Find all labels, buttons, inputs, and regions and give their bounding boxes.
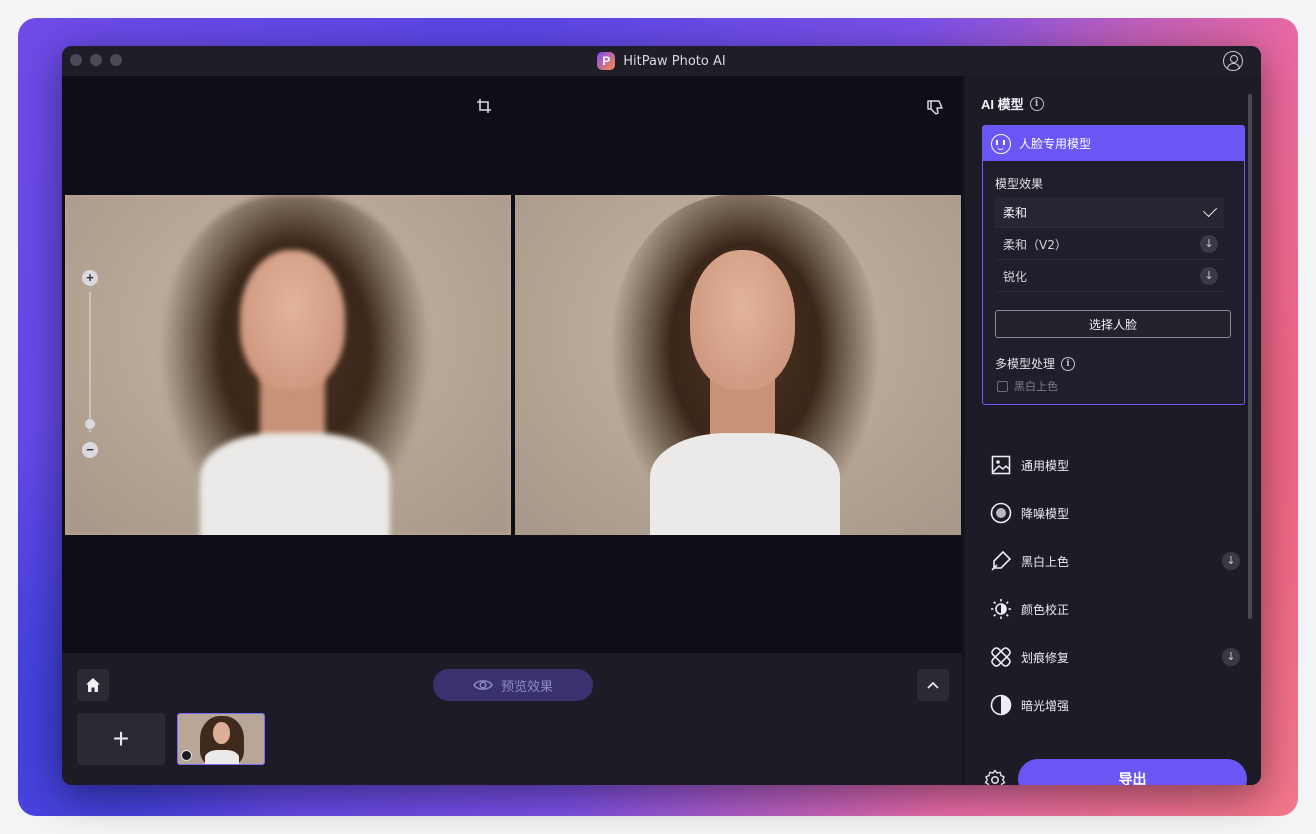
effect-option-label: 锐化 <box>1003 269 1028 284</box>
checkbox-box[interactable] <box>997 380 1008 392</box>
close-window-button[interactable] <box>70 54 82 66</box>
account-icon[interactable] <box>1223 51 1243 71</box>
download-icon[interactable]: ↓ <box>1200 235 1218 253</box>
gear-icon[interactable] <box>983 768 1007 785</box>
home-icon <box>86 678 100 692</box>
info-icon[interactable]: i <box>1029 96 1044 111</box>
original-image <box>65 195 511 535</box>
multi-model-label: 多模型处理 i <box>995 355 1076 372</box>
minimize-window-button[interactable] <box>90 54 102 66</box>
panel-title-text: AI 模型 <box>981 97 1024 112</box>
hitpaw-logo-icon: P <box>597 52 616 70</box>
preview-effect-button[interactable]: 预览效果 <box>433 669 593 701</box>
app-window: P HitPaw Photo AI + − 预览效果 + AI 模型 i 人脸专… <box>62 46 1261 785</box>
model-denoise[interactable]: 降噪模型 <box>990 498 1240 528</box>
model-label: 划痕修复 <box>1021 650 1070 665</box>
bandage-icon <box>991 647 1011 667</box>
collapse-button[interactable] <box>917 669 949 701</box>
download-icon[interactable]: ↓ <box>1200 267 1218 285</box>
chevron-up-icon <box>927 681 939 689</box>
image-icon <box>991 455 1011 475</box>
download-icon[interactable]: ↓ <box>1222 552 1240 570</box>
add-image-button[interactable]: + <box>77 713 165 765</box>
download-icon[interactable]: ↓ <box>1222 648 1240 666</box>
zoom-slider-track[interactable] <box>89 292 91 432</box>
image-canvas: + − <box>62 76 962 653</box>
select-face-button[interactable]: 选择人脸 <box>995 310 1231 338</box>
crop-icon[interactable] <box>476 98 492 114</box>
bw-colorize-label: 黑白上色 <box>1014 380 1058 393</box>
face-model-badge-icon <box>181 750 192 761</box>
maximize-window-button[interactable] <box>110 54 122 66</box>
title-bar: P HitPaw Photo AI <box>62 46 1261 76</box>
panel-scrollbar[interactable] <box>1248 94 1252 619</box>
checkmark-icon <box>1202 202 1218 218</box>
image-thumbnail[interactable] <box>177 713 265 765</box>
model-label: 暗光增强 <box>1021 698 1070 713</box>
zoom-in-button[interactable]: + <box>82 270 98 286</box>
effect-option-label: 柔和（V2） <box>1003 237 1067 252</box>
effect-option-soft[interactable]: 柔和 <box>995 197 1224 228</box>
model-label: 通用模型 <box>1021 458 1070 473</box>
preview-effect-label: 预览效果 <box>500 679 553 695</box>
info-icon[interactable]: i <box>1061 356 1076 371</box>
colorize-icon <box>991 550 1012 571</box>
face-model-label: 人脸专用模型 <box>1019 137 1092 151</box>
face-model-header[interactable]: 人脸专用模型 <box>983 126 1244 161</box>
contrast-icon <box>990 694 1012 716</box>
model-color-correction[interactable]: 颜色校正 <box>990 594 1240 624</box>
model-effect-label: 模型效果 <box>995 177 1044 191</box>
effect-option-sharpen[interactable]: 锐化 ↓ <box>995 261 1224 292</box>
model-scratch-repair[interactable]: 划痕修复 ↓ <box>990 642 1240 672</box>
zoom-out-button[interactable]: − <box>82 442 98 458</box>
model-general[interactable]: 通用模型 <box>990 450 1240 480</box>
bottom-bar: 预览效果 + <box>62 653 962 785</box>
bw-colorize-checkbox[interactable]: 黑白上色 <box>997 378 1058 394</box>
model-label: 颜色校正 <box>1021 602 1070 617</box>
zoom-slider-handle[interactable] <box>85 419 95 429</box>
panel-title: AI 模型 i <box>981 94 1044 113</box>
face-model-card: 人脸专用模型 模型效果 柔和 柔和（V2） ↓ 锐化 ↓ 选择人脸 多模型处理 … <box>982 125 1245 405</box>
effect-option-label: 柔和 <box>1003 205 1028 220</box>
face-icon <box>991 133 1011 154</box>
app-title: HitPaw Photo AI <box>623 53 726 69</box>
effect-option-soft-v2[interactable]: 柔和（V2） ↓ <box>995 229 1224 260</box>
model-colorize[interactable]: 黑白上色 ↓ <box>990 546 1240 576</box>
window-controls <box>70 54 122 66</box>
brightness-icon <box>991 599 1011 619</box>
eye-icon <box>473 680 493 690</box>
denoise-icon <box>990 502 1012 524</box>
model-label: 黑白上色 <box>1021 554 1070 569</box>
ai-model-panel: AI 模型 i 人脸专用模型 模型效果 柔和 柔和（V2） ↓ 锐化 ↓ 选择人… <box>965 76 1261 785</box>
enhanced-image <box>515 195 961 535</box>
home-button[interactable] <box>77 669 109 701</box>
export-button[interactable]: 导出 <box>1018 759 1247 785</box>
thumbs-down-icon[interactable] <box>926 98 944 116</box>
model-label: 降噪模型 <box>1021 506 1070 521</box>
multi-model-text: 多模型处理 <box>995 357 1056 371</box>
app-title-group: P HitPaw Photo AI <box>597 52 726 70</box>
model-low-light[interactable]: 暗光增强 <box>990 690 1240 720</box>
